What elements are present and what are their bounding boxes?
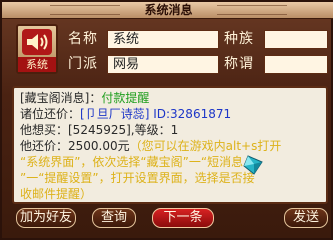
message-line-1: [藏宝阁消息]：付款提醒 (20, 91, 149, 106)
tip-text-2: “系统界面”，依次选择“藏宝阁”一“短消息 (20, 155, 244, 169)
race-field (264, 30, 328, 49)
message-line-2: 诸位还价：[卩旦厂诗蕊] ID:32861871 (20, 107, 231, 122)
offer-label: 他还价： (20, 139, 69, 153)
offer-price: 2500.00元 (68, 139, 130, 153)
title-label: 称谓 (224, 56, 254, 72)
title-bar[interactable]: 系统消息 (2, 2, 333, 19)
speaker-icon (22, 29, 52, 55)
name-label: 名称 (68, 31, 98, 47)
message-subject: 付款提醒 (101, 91, 150, 105)
add-friend-button[interactable]: 加为好友 (16, 208, 76, 228)
faction-label: 门派 (68, 56, 98, 72)
player-id: ID:32861871 (153, 107, 232, 121)
send-button[interactable]: 发送 (284, 208, 328, 228)
next-message-button[interactable]: 下一条 (152, 208, 214, 228)
title-field (264, 55, 328, 74)
faction-field: 网易 (107, 55, 219, 74)
system-message-window: 系统消息 系统 名称 系统 种族 门派 网易 称谓 [藏宝阁消息]：付款提醒 诸… (0, 0, 333, 240)
message-source: [藏宝阁消息]： (20, 91, 102, 105)
title-ornament-left (50, 5, 120, 15)
sender-tag: 系统 (18, 57, 56, 72)
message-line-3: 他想买：[5245925],等级：1 (20, 123, 178, 138)
race-label: 种族 (224, 31, 254, 47)
query-button[interactable]: 查询 (92, 208, 136, 228)
wanted-item: 他想买：[5245925],等级：1 (20, 123, 179, 137)
tip-text-1: （您可以在游戏内alt+s打开 (129, 139, 282, 153)
message-box[interactable]: [藏宝阁消息]：付款提醒 诸位还价：[卩旦厂诗蕊] ID:32861871 他想… (12, 86, 328, 204)
tip-text-3: ”一“提醒设置”，打开设置界面，选择是否接 (20, 171, 255, 185)
name-field: 系统 (107, 30, 219, 49)
system-sender-avatar: 系统 (16, 24, 58, 74)
counter-offer-label: 诸位还价： (20, 107, 81, 121)
player-name-link[interactable]: [卩旦厂诗蕊] (80, 107, 149, 121)
title-ornament-right (217, 5, 287, 15)
tip-text-4: 收邮件提醒） (20, 187, 93, 201)
cursor-gem-icon (242, 152, 268, 180)
window-title: 系统消息 (144, 3, 193, 17)
